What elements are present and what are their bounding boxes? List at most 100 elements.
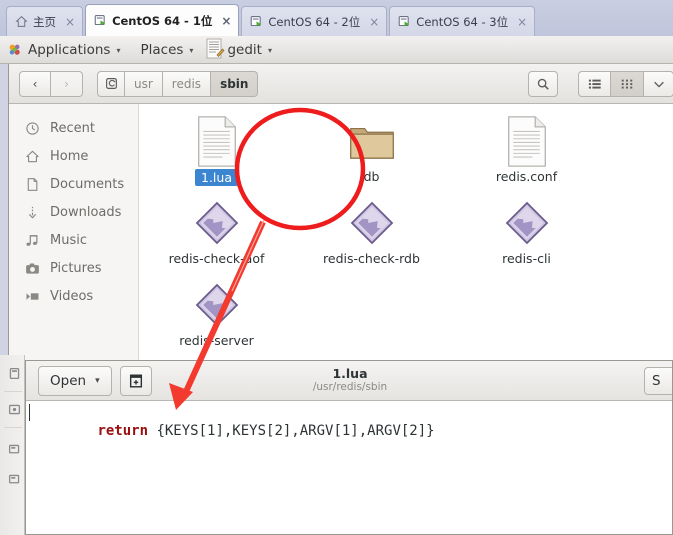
text-file-icon [505, 114, 549, 168]
executable-icon [194, 196, 240, 250]
text-cursor [29, 404, 30, 421]
gedit-subtitle: /usr/redis/sbin [312, 381, 388, 393]
vmware-tab-list: 主页 × CentOS 64 - 1位 × CentOS 64 - 2位 × C… [6, 4, 537, 36]
sidebar-item-recent[interactable]: Recent [9, 114, 138, 142]
file-item-1-lua[interactable]: 1.lua [139, 110, 294, 192]
file-label: redis-check-rdb [323, 251, 420, 266]
breadcrumb: usr redis sbin [97, 70, 259, 97]
file-item-redis-server[interactable]: redis-server [139, 274, 294, 356]
camera-icon [25, 261, 40, 276]
sidebar-item-downloads[interactable]: Downloads [9, 198, 138, 226]
folder-icon [348, 114, 396, 168]
close-icon[interactable]: × [65, 16, 75, 28]
sidebar-item-documents[interactable]: Documents [9, 170, 138, 198]
vmware-tab-label: CentOS 64 - 1位 [112, 13, 213, 28]
file-label: redis.conf [495, 169, 558, 184]
breadcrumb-item-redis[interactable]: redis [162, 70, 212, 97]
sidebar-item-pictures[interactable]: Pictures [9, 254, 138, 282]
close-icon[interactable]: × [369, 16, 379, 28]
file-label: redis-server [179, 333, 254, 348]
sidebar-item-label: Pictures [50, 260, 102, 276]
menu-applications-label: Applications [28, 41, 111, 58]
executable-icon [194, 278, 240, 332]
grid-view-icon[interactable] [611, 70, 644, 97]
vm-icon [398, 15, 411, 28]
chevron-down-icon: ▾ [116, 46, 121, 55]
file-manager-window: ‹ › usr redis sbin Recent Home Documents… [8, 64, 673, 364]
file-item-redis-cli[interactable]: redis-cli [449, 192, 604, 274]
vmware-tab-bar: 主页 × CentOS 64 - 1位 × CentOS 64 - 2位 × C… [0, 0, 673, 36]
new-document-icon[interactable] [119, 365, 152, 396]
rail-divider [4, 427, 22, 428]
code-keyword: return [97, 423, 149, 439]
close-icon[interactable]: × [221, 15, 231, 27]
vmware-tab-centos-1[interactable]: CentOS 64 - 1位 × [85, 4, 240, 36]
rail-vm2-icon[interactable] [8, 473, 21, 486]
gedit-document[interactable]: return {KEYS[1],KEYS[2],ARGV[1],ARGV[2]} [26, 401, 672, 534]
vmware-tab-label: 主页 [33, 14, 56, 29]
file-label: redis-check-aof [168, 251, 265, 266]
code-body: {KEYS[1],KEYS[2],ARGV[1],ARGV[2]} [148, 423, 435, 439]
back-button[interactable]: ‹ [19, 70, 51, 97]
vm-icon [250, 15, 263, 28]
breadcrumb-item-usr[interactable]: usr [125, 70, 163, 97]
forward-button[interactable]: › [51, 70, 83, 97]
navigation-buttons: ‹ › [19, 70, 83, 97]
clock-icon [25, 121, 40, 136]
file-item-redis-conf[interactable]: redis.conf [449, 110, 604, 192]
executable-icon [504, 196, 550, 250]
menu-places[interactable]: Places ▾ [130, 36, 203, 64]
chevron-down-icon: ▾ [189, 46, 194, 55]
search-icon[interactable] [528, 70, 558, 97]
gnome-top-panel: Applications ▾ Places ▾ gedit ▾ [0, 36, 673, 64]
gedit-icon [205, 38, 225, 62]
sidebar-item-home[interactable]: Home [9, 142, 138, 170]
vmware-tab-centos-3[interactable]: CentOS 64 - 3位 × [389, 6, 536, 36]
file-grid-area[interactable]: 1.lua db redis.conf redis-check-aof redi… [139, 104, 673, 363]
rail-server-icon[interactable] [8, 367, 21, 380]
rail-display-icon[interactable] [8, 403, 21, 416]
view-mode-buttons [578, 70, 673, 97]
file-manager-body: Recent Home Documents Downloads Music Pi… [9, 104, 673, 363]
vmware-tab-centos-2[interactable]: CentOS 64 - 2位 × [241, 6, 388, 36]
code-line: return {KEYS[1],KEYS[2],ARGV[1],ARGV[2]} [26, 401, 672, 458]
sidebar: Recent Home Documents Downloads Music Pi… [9, 104, 139, 363]
music-icon [25, 233, 40, 248]
close-icon[interactable]: × [517, 16, 527, 28]
menu-gedit[interactable]: gedit ▾ [203, 36, 282, 64]
file-item-db[interactable]: db [294, 110, 449, 192]
chevron-down-icon: ▾ [267, 46, 272, 55]
rail-vm-icon[interactable] [8, 443, 21, 456]
menu-places-label: Places [140, 41, 184, 58]
gedit-window: Open ▾ 1.lua /usr/redis/sbin S return {K… [25, 360, 673, 535]
vmware-tab-label: CentOS 64 - 3位 [416, 14, 509, 29]
open-button-label: Open [50, 372, 87, 389]
sidebar-item-music[interactable]: Music [9, 226, 138, 254]
file-label: db [363, 169, 380, 184]
download-icon [25, 205, 40, 220]
screen: 主页 × CentOS 64 - 1位 × CentOS 64 - 2位 × C… [0, 0, 673, 535]
device-icon[interactable] [97, 70, 125, 97]
sidebar-item-label: Home [50, 148, 89, 164]
chevron-down-icon[interactable] [644, 70, 673, 97]
file-item-redis-check-rdb[interactable]: redis-check-rdb [294, 192, 449, 274]
breadcrumb-item-sbin[interactable]: sbin [211, 70, 259, 97]
file-grid: 1.lua db redis.conf redis-check-aof redi… [139, 104, 673, 356]
rail-divider [4, 391, 22, 392]
gedit-title: 1.lua [332, 366, 368, 381]
sidebar-item-label: Documents [50, 176, 125, 192]
open-button[interactable]: Open ▾ [38, 365, 112, 396]
sidebar-item-videos[interactable]: Videos [9, 282, 138, 310]
vmware-tab-label: CentOS 64 - 2位 [268, 14, 361, 29]
list-view-icon[interactable] [578, 70, 611, 97]
save-button[interactable]: S [644, 367, 672, 395]
document-icon [25, 177, 40, 192]
menu-applications[interactable]: Applications ▾ [0, 36, 130, 64]
vmware-icon-rail [0, 355, 25, 535]
sidebar-item-label: Music [50, 232, 87, 248]
search-button-group [528, 70, 558, 97]
vmware-tab-home[interactable]: 主页 × [6, 6, 84, 36]
executable-icon [349, 196, 395, 250]
file-item-redis-check-aof[interactable]: redis-check-aof [139, 192, 294, 274]
file-label: redis-cli [502, 251, 551, 266]
